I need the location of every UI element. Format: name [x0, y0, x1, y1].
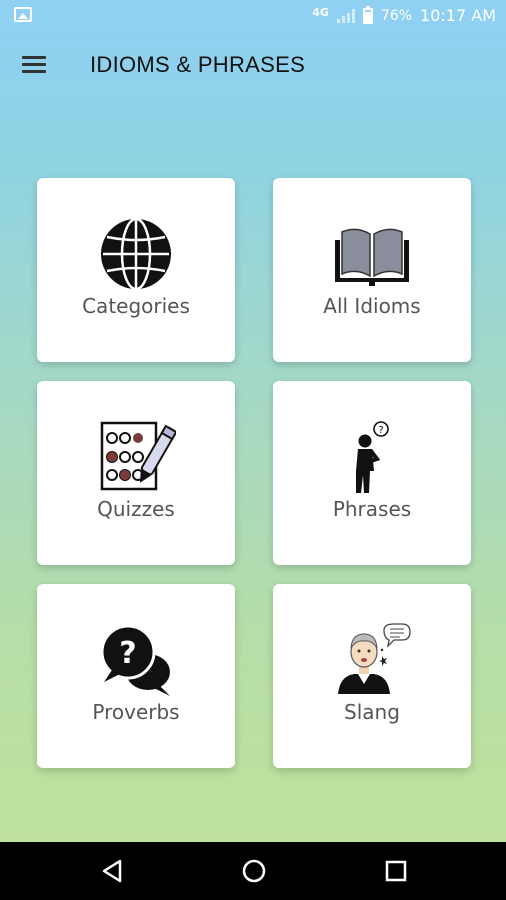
- tile-phrases[interactable]: ? Phrases: [273, 381, 471, 565]
- home-circle-icon[interactable]: [241, 858, 267, 884]
- system-nav-bar: [0, 842, 506, 900]
- talking-man-icon: [338, 623, 411, 694]
- tile-proverbs[interactable]: ? Proverbs: [37, 584, 235, 768]
- battery-icon: [362, 5, 373, 24]
- tile-label: Slang: [344, 700, 400, 724]
- tile-quizzes[interactable]: Quizzes: [37, 381, 235, 565]
- tile-label: All Idioms: [323, 294, 421, 318]
- tile-categories[interactable]: Categories: [37, 178, 235, 362]
- status-indicators: 4G 76% 10:17 AM: [312, 5, 496, 25]
- tile-label: Categories: [82, 294, 190, 318]
- hamburger-menu-icon[interactable]: [22, 54, 46, 74]
- network-type: 4G: [312, 6, 329, 19]
- tile-slang[interactable]: Slang: [273, 584, 471, 768]
- status-bar: 4G 76% 10:17 AM: [0, 0, 506, 32]
- tile-label: Proverbs: [92, 700, 180, 724]
- clock: 10:17 AM: [420, 6, 496, 25]
- battery-percent: 76%: [380, 7, 413, 24]
- tile-label: Quizzes: [97, 497, 175, 521]
- tile-all-idioms[interactable]: All Idioms: [273, 178, 471, 362]
- back-triangle-icon[interactable]: [100, 858, 124, 884]
- gallery-notification-icon: [14, 7, 32, 22]
- signal-icon: [336, 8, 355, 23]
- thinking-person-icon: ?: [356, 421, 389, 493]
- svg-text:?: ?: [119, 636, 136, 671]
- quiz-sheet-pen-icon: [100, 421, 176, 491]
- open-book-icon: [335, 228, 409, 286]
- tile-label: Phrases: [332, 497, 412, 521]
- app-bar: IDIOMS & PHRASES: [0, 32, 506, 98]
- recents-square-icon[interactable]: [384, 858, 408, 884]
- svg-text:?: ?: [378, 425, 383, 436]
- globe-icon: [101, 217, 171, 291]
- question-chat-bubbles-icon: ?: [100, 624, 170, 696]
- page-title: IDIOMS & PHRASES: [90, 52, 306, 77]
